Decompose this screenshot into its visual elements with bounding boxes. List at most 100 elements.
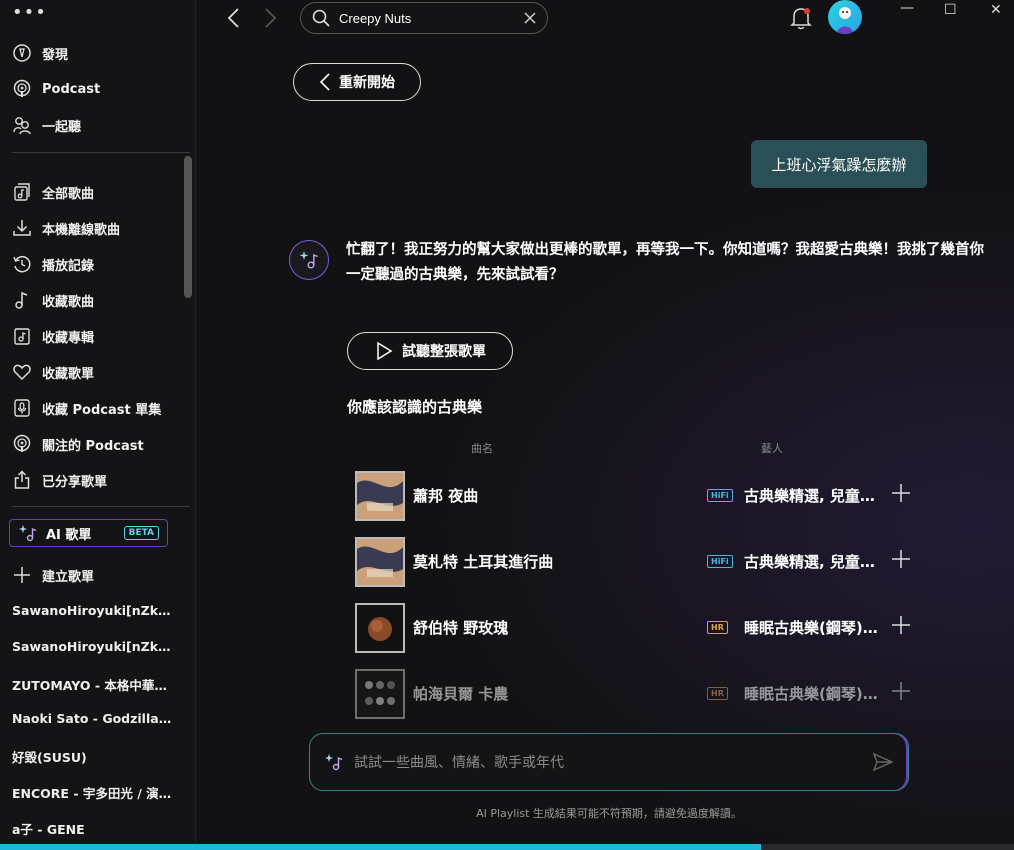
all-songs-icon [14, 183, 30, 201]
sidebar-item-label: 本機離線歌曲 [42, 222, 121, 238]
track-artist[interactable]: 睡眠古典樂(鋼琴)… [744, 617, 884, 638]
column-header-title: 曲名 [471, 442, 493, 455]
sidebar-item-offline[interactable]: 本機離線歌曲 [12, 214, 182, 242]
track-title[interactable]: 莫札特 土耳其進行曲 [413, 551, 553, 572]
mic-icon [14, 399, 30, 417]
add-icon[interactable] [891, 549, 911, 569]
sidebar-item-label: 播放記錄 [42, 258, 95, 274]
sidebar-item-podcast[interactable]: Podcast [12, 75, 182, 103]
playback-progress-fill [0, 844, 761, 850]
sidebar-playlist-item[interactable]: 好毀(SUSU) [12, 747, 172, 766]
sidebar-item-label: 收藏 Podcast 單集 [42, 402, 162, 418]
album-cover [355, 537, 405, 587]
sidebar-item-all-songs[interactable]: 全部歌曲 [12, 178, 182, 206]
track-artist[interactable]: 古典樂精選, 兒童… [744, 551, 884, 572]
table-row[interactable]: 莫札特 土耳其進行曲 HiFi 古典樂精選, 兒童… [355, 537, 915, 589]
table-row[interactable]: 帕海貝爾 卡農 HR 睡眠古典樂(鋼琴)… [355, 669, 915, 721]
track-title[interactable]: 帕海貝爾 卡農 [413, 683, 508, 704]
notification-dot [804, 8, 810, 14]
download-icon [13, 220, 31, 236]
minimize-button[interactable]: — [900, 0, 914, 16]
restart-label: 重新開始 [339, 75, 395, 91]
sidebar-playlist-item[interactable]: SawanoHiroyuki[nZk],… [12, 603, 172, 618]
sidebar-item-history[interactable]: 播放記錄 [12, 250, 182, 278]
avatar[interactable] [828, 0, 862, 34]
create-playlist-label: 建立歌單 [42, 569, 95, 585]
prompt-box [309, 733, 909, 791]
album-cover [355, 603, 405, 653]
sidebar-item-fav-albums[interactable]: 收藏專輯 [12, 322, 182, 350]
playlist-title: 你應該認識的古典樂 [347, 398, 483, 416]
restart-button[interactable]: 重新開始 [293, 63, 421, 101]
chevron-left-icon [319, 73, 330, 91]
sidebar-playlist-item[interactable]: a子 - GENE [12, 819, 172, 838]
create-playlist-button[interactable]: 建立歌單 [12, 561, 182, 589]
sidebar-item-fav-songs[interactable]: 收藏歌曲 [12, 286, 182, 314]
track-artist[interactable]: 古典樂精選, 兒童… [744, 485, 884, 506]
sidebar-item-fav-podcast-episodes[interactable]: 收藏 Podcast 單集 [12, 394, 182, 422]
sidebar-item-label: 關注的 Podcast [42, 438, 144, 454]
track-artist[interactable]: 睡眠古典樂(鋼琴)… [744, 683, 884, 704]
ai-avatar [289, 240, 329, 280]
add-icon[interactable] [891, 615, 911, 635]
music-note-icon [15, 291, 28, 309]
user-avatar-icon [837, 7, 853, 34]
sidebar-item-label: 全部歌曲 [42, 186, 95, 202]
sidebar-item-label: 已分享歌單 [42, 474, 108, 490]
quality-badge: HR [707, 687, 728, 700]
clear-search-icon[interactable] [523, 11, 537, 25]
ai-sparkle-icon [19, 525, 37, 542]
prompt-input[interactable] [354, 754, 862, 770]
column-header-artist: 藝人 [761, 442, 783, 455]
track-title[interactable]: 舒伯特 野玫瑰 [413, 617, 508, 638]
sidebar-item-followed-podcast[interactable]: 關注的 Podcast [12, 430, 182, 458]
compass-icon [13, 44, 31, 62]
album-cover [355, 669, 405, 719]
sidebar-item-discover[interactable]: 發現 [12, 39, 182, 67]
sidebar-playlist-item[interactable]: Naoki Sato - Godzilla … [12, 711, 172, 726]
sidebar: ••• 發現 Podcast 一起聽 全部歌曲 本機離線歌曲 播放記錄 收藏歌曲… [0, 0, 196, 850]
sidebar-item-label: Podcast [42, 81, 101, 97]
sidebar-item-fav-playlists[interactable]: 收藏歌單 [12, 358, 182, 386]
playback-progress-bar[interactable] [0, 844, 1014, 850]
user-message-bubble: 上班心浮氣躁怎麼辦 [751, 140, 927, 188]
group-listen-icon [13, 117, 31, 135]
ai-sparkle-icon [325, 754, 343, 771]
sidebar-playlist-item[interactable]: SawanoHiroyuki[nZk],… [12, 639, 172, 654]
sidebar-item-listen-together[interactable]: 一起聽 [12, 111, 182, 139]
ai-playlist-button[interactable]: AI 歌單 BETA [9, 519, 168, 547]
sidebar-scrollbar[interactable] [184, 156, 192, 298]
sidebar-item-label: 發現 [42, 47, 69, 63]
back-arrow-icon[interactable] [224, 6, 242, 30]
sidebar-playlist-item[interactable]: ENCORE - 宇多田光 / 演… [12, 783, 172, 802]
forward-arrow-icon[interactable] [262, 6, 280, 30]
history-icon [13, 255, 31, 273]
search-input[interactable] [339, 10, 515, 26]
quality-badge: HR [707, 621, 728, 634]
play-all-button[interactable]: 試聽整張歌單 [347, 332, 513, 370]
ai-sparkle-icon [299, 251, 318, 269]
plus-icon [14, 567, 30, 583]
album-cover [355, 471, 405, 521]
quality-badge: HiFi [707, 489, 733, 502]
maximize-button[interactable]: ☐ [944, 2, 957, 18]
send-icon[interactable] [872, 751, 894, 773]
heart-icon [13, 364, 31, 381]
close-button[interactable]: ✕ [990, 2, 1002, 18]
ai-playlist-label: AI 歌單 [46, 527, 92, 543]
play-all-label: 試聽整張歌單 [402, 344, 486, 360]
share-icon [14, 470, 30, 489]
podcast-icon [13, 79, 31, 97]
sidebar-item-label: 收藏歌曲 [42, 294, 95, 310]
more-icon[interactable]: ••• [12, 2, 47, 23]
play-icon [377, 341, 393, 361]
track-title[interactable]: 蕭邦 夜曲 [413, 485, 478, 506]
add-icon[interactable] [891, 483, 911, 503]
sidebar-playlist-item[interactable]: ZUTOMAYO - 本格中華… [12, 675, 172, 694]
search-icon [312, 9, 330, 27]
table-row[interactable]: 蕭邦 夜曲 HiFi 古典樂精選, 兒童… [355, 471, 915, 523]
disclaimer-text: AI Playlist 生成結果可能不符預期，請避免過度解讀。 [476, 807, 742, 820]
add-icon[interactable] [891, 681, 911, 701]
table-row[interactable]: 舒伯特 野玫瑰 HR 睡眠古典樂(鋼琴)… [355, 603, 915, 655]
sidebar-item-shared-playlists[interactable]: 已分享歌單 [12, 466, 182, 494]
